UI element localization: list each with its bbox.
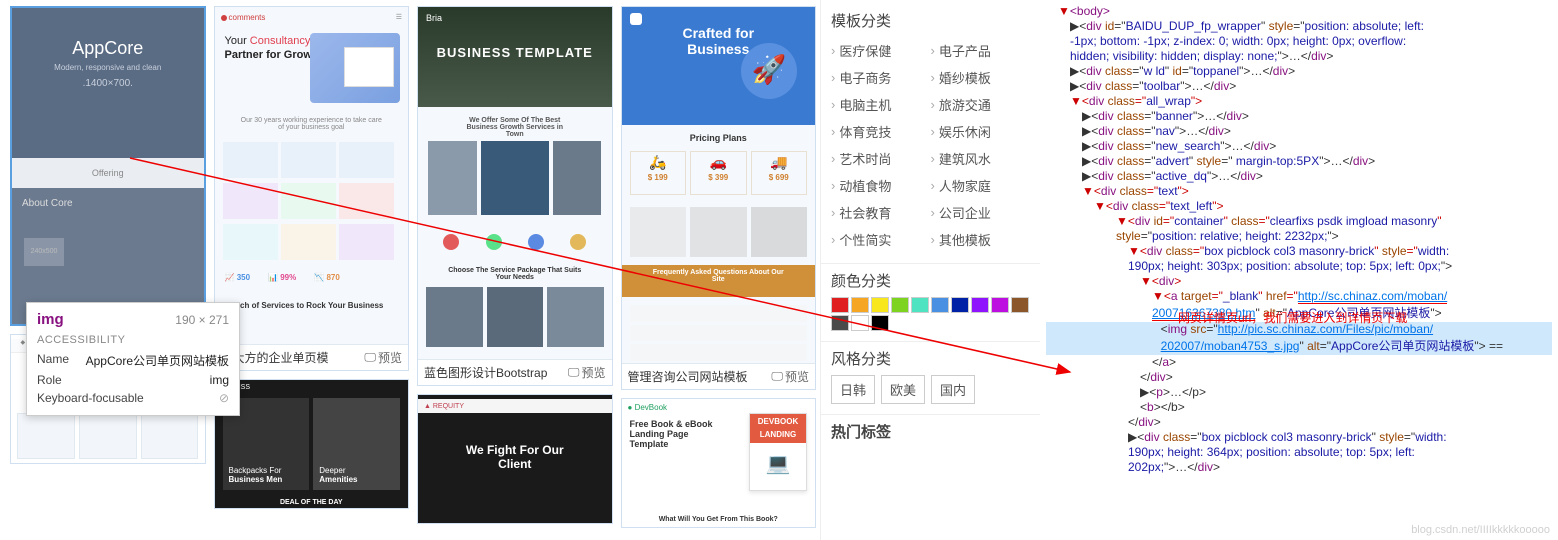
category-item[interactable]: 婚纱模板 [931,64,1031,91]
color-swatch[interactable] [891,297,909,313]
card-crafted[interactable]: Crafted for Business 🚀 Pricing Plans 🛵$ … [621,6,817,390]
template-gallery: AppCore Modern, responsive and clean .14… [0,0,820,540]
thumb-about: About Core [22,198,73,209]
monitor-icon: 🖵 [771,369,783,384]
category-item[interactable]: 医疗保健 [831,37,931,64]
tooltip-tag: img [37,311,64,328]
tooltip-acc-label: ACCESSIBILITY [37,334,229,346]
hot-tags-title: 热门标签 [821,415,1040,448]
card-requity[interactable]: ▲ REQUITY We Fight For Our Client [417,394,613,524]
category-item[interactable]: 娱乐休闲 [931,118,1031,145]
card-backpack[interactable]: EMARISS Backpacks ForBusiness Men Deeper… [214,379,410,509]
style-button[interactable]: 欧美 [881,375,925,404]
card-consultancy[interactable]: comments ☰ Your Consultancy Partner for … [214,6,410,371]
category-item[interactable]: 电子商务 [831,64,931,91]
sidebar: 模板分类 医疗保健电子产品电子商务婚纱模板电脑主机旅游交通体育竞技娱乐休闲艺术时… [820,0,1040,540]
color-swatch[interactable] [971,297,989,313]
thumb-offering: Offering [12,158,204,188]
style-title: 风格分类 [831,348,1030,369]
color-swatch[interactable] [871,297,889,313]
card-bria[interactable]: Bria BUSINESS TEMPLATE We Offer Some Of … [417,6,613,386]
preview-button[interactable]: 🖵预览 [771,368,809,385]
inspect-tooltip: img 190 × 271 ACCESSIBILITY NameAppCore公… [26,302,240,416]
style-button[interactable]: 日韩 [831,375,875,404]
color-swatch[interactable] [991,297,1009,313]
category-item[interactable]: 个性简实 [831,226,931,253]
category-item[interactable]: 动植食物 [831,172,931,199]
thumb-dim: .1400×700. [12,78,204,89]
category-item[interactable]: 旅游交通 [931,91,1031,118]
color-swatch[interactable] [931,297,949,313]
category-item[interactable]: 其他模板 [931,226,1031,253]
card-appcore[interactable]: AppCore Modern, responsive and clean .14… [10,6,206,326]
tooltip-dimensions: 190 × 271 [175,313,229,327]
card-caption: 管理咨询公司网站模板 [628,368,748,385]
color-swatch[interactable] [831,297,849,313]
color-swatch[interactable] [851,297,869,313]
color-swatch[interactable] [851,315,869,331]
annotation-text: 网页详情页url，我们需要进入到详情页下载 [1178,309,1407,326]
category-item[interactable]: 社会教育 [831,199,931,226]
style-button[interactable]: 国内 [931,375,975,404]
card-devbook[interactable]: ● DevBook Free Book & eBook Landing Page… [621,398,817,528]
category-item[interactable]: 电脑主机 [831,91,931,118]
thumb-sub: Modern, responsive and clean [12,63,204,72]
card-caption: 蓝色图形设计Bootstrap [424,364,547,381]
watermark: blog.csdn.net/IIIIkkkkkooooo [1411,524,1550,536]
category-item[interactable]: 艺术时尚 [831,145,931,172]
category-item[interactable]: 体育竞技 [831,118,931,145]
color-title: 颜色分类 [831,270,1030,291]
category-title: 模板分类 [831,10,1030,31]
category-item[interactable]: 公司企业 [931,199,1031,226]
monitor-icon: 🖵 [568,365,580,380]
color-swatch[interactable] [871,315,889,331]
preview-button[interactable]: 🖵预览 [364,349,402,366]
category-item[interactable]: 建筑风水 [931,145,1031,172]
preview-button[interactable]: 🖵预览 [568,364,606,381]
color-swatch[interactable] [831,315,849,331]
devtools-panel[interactable]: ▼<body> ▶<div id="BAIDU_DUP_fp_wrapper" … [1040,0,1558,540]
color-swatch[interactable] [1011,297,1029,313]
category-item[interactable]: 电子产品 [931,37,1031,64]
color-swatch[interactable] [911,297,929,313]
thumb-title: AppCore [12,38,204,59]
monitor-icon: 🖵 [364,350,376,365]
color-swatch[interactable] [951,297,969,313]
category-item[interactable]: 人物家庭 [931,172,1031,199]
